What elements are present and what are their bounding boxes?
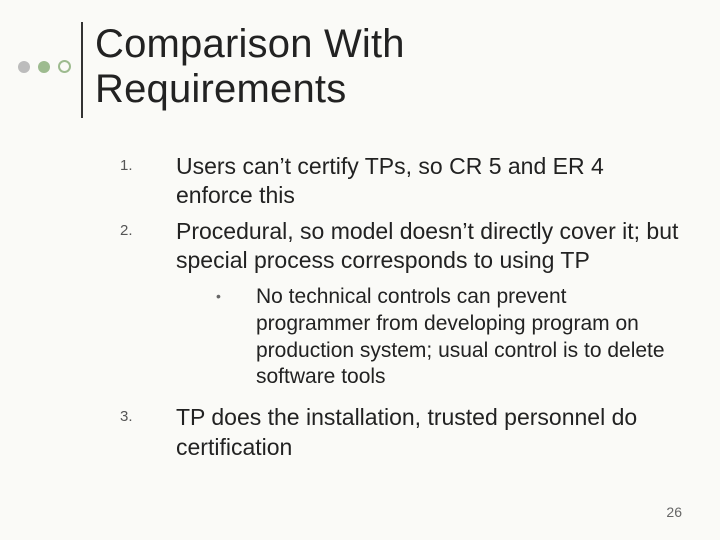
bullet-icon: • [216,284,256,392]
sub-list-item: • No technical controls can prevent prog… [216,284,680,392]
list-item: 2. Procedural, so model doesn’t directly… [120,217,680,276]
decorative-dots [18,60,71,73]
title-line: Comparison With [95,22,405,66]
list-number: 1. [120,152,176,211]
list-text: Procedural, so model doesn’t directly co… [176,217,680,276]
dot-icon [18,61,30,73]
list-item: 3. TP does the installation, trusted per… [120,403,680,462]
slide-header: Comparison With Requirements [18,22,700,118]
dot-icon [38,61,50,73]
slide-title: Comparison With Requirements [95,22,405,112]
page-number: 26 [666,504,682,520]
list-item: 1. Users can’t certify TPs, so CR 5 and … [120,152,680,211]
dot-icon [58,60,71,73]
vertical-divider [81,22,83,118]
list-number: 3. [120,403,176,462]
title-line: Requirements [95,67,346,111]
list-text: Users can’t certify TPs, so CR 5 and ER … [176,152,680,211]
slide-body: 1. Users can’t certify TPs, so CR 5 and … [120,152,680,468]
sub-list-text: No technical controls can prevent progra… [256,284,680,392]
list-number: 2. [120,217,176,276]
list-text: TP does the installation, trusted person… [176,403,680,462]
slide: Comparison With Requirements 1. Users ca… [0,0,720,540]
